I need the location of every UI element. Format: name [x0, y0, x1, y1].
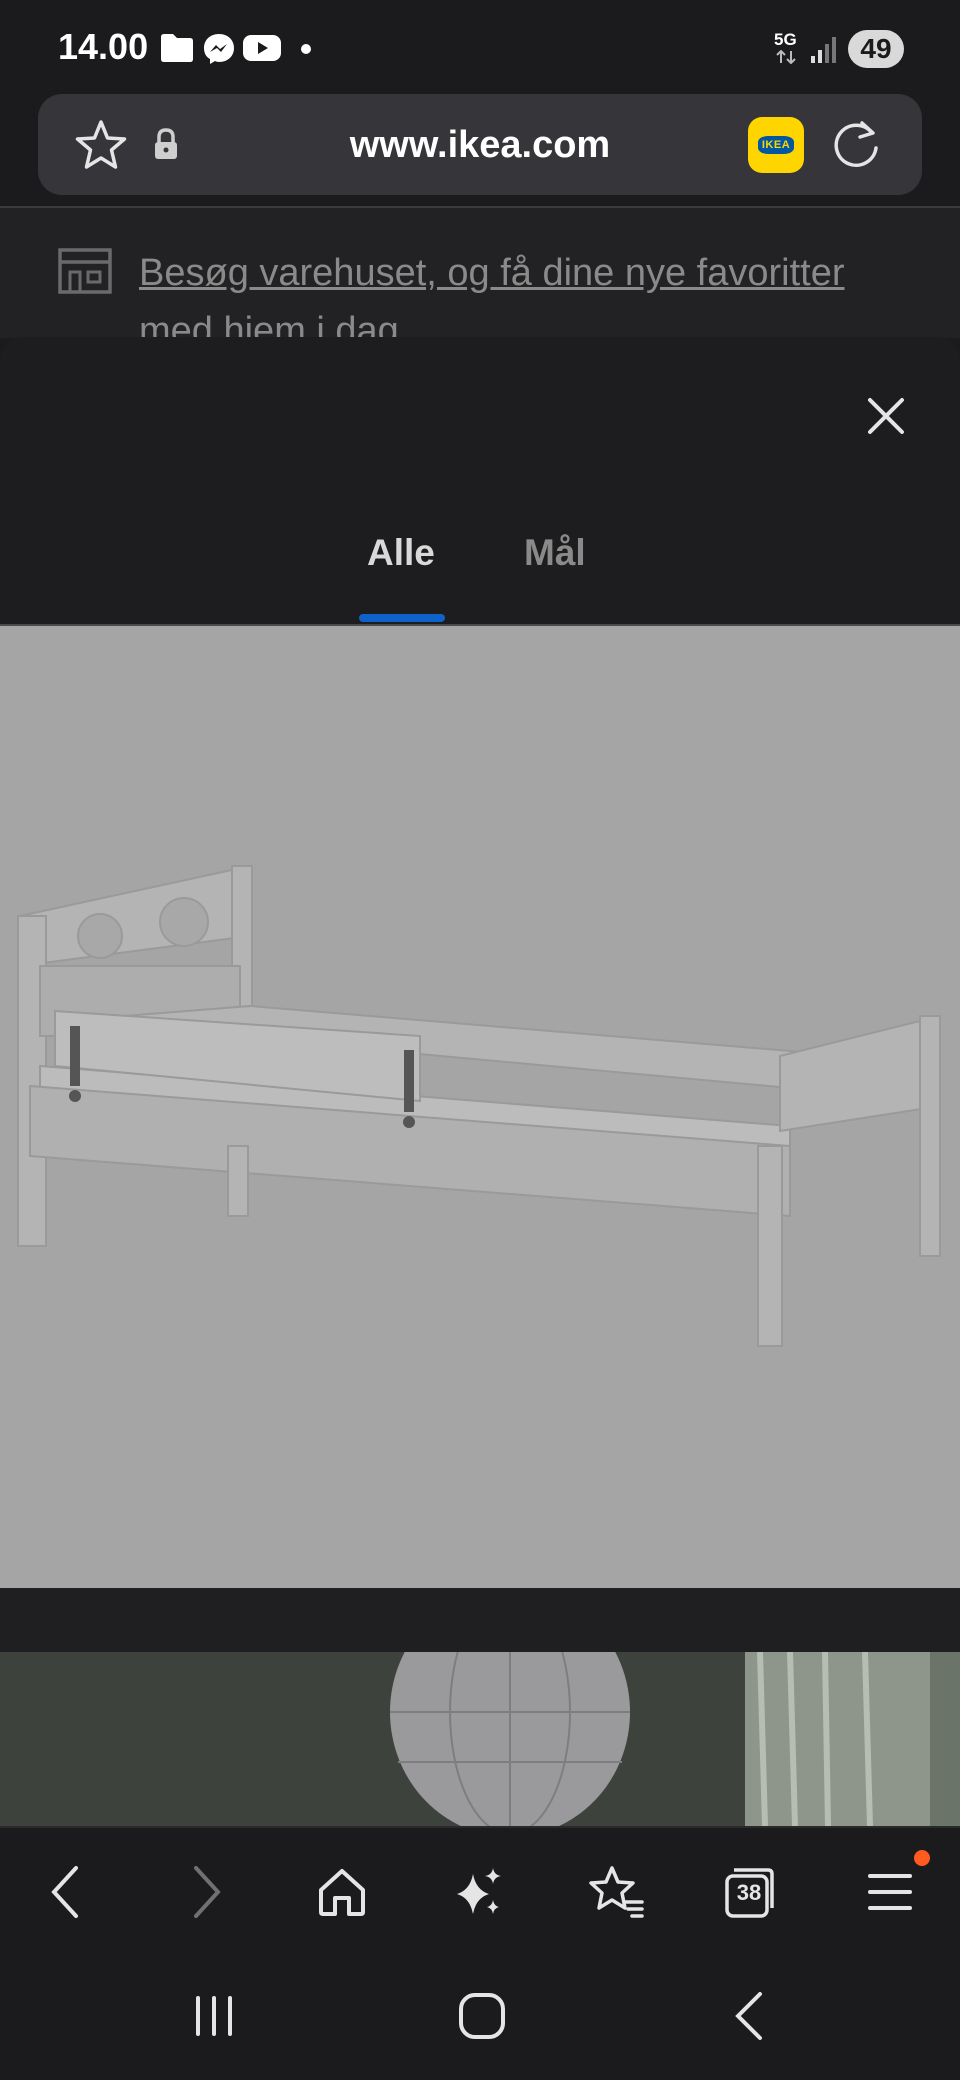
ikea-app-icon[interactable]: IKEA — [748, 117, 804, 173]
bookmarks-button[interactable] — [580, 1856, 652, 1928]
forward-button[interactable] — [170, 1856, 242, 1928]
back-icon — [51, 1866, 78, 1918]
room-photo — [0, 1652, 960, 1826]
reload-icon[interactable] — [830, 118, 884, 172]
menu-notification-dot — [914, 1850, 930, 1866]
system-back-icon — [735, 1992, 762, 2040]
bookmarks-icon — [589, 1866, 644, 1918]
dot-icon — [301, 44, 311, 54]
product-image[interactable] — [0, 626, 960, 1588]
status-time: 14.00 — [58, 26, 149, 67]
status-bar: 14.00 5G 49 — [0, 0, 960, 95]
store-icon — [58, 248, 112, 294]
close-icon[interactable] — [856, 386, 916, 446]
forward-icon — [194, 1866, 221, 1918]
battery-level: 49 — [848, 30, 904, 68]
recents-icon — [196, 1996, 232, 2036]
ikea-logo-text: IKEA — [757, 136, 795, 154]
sparkle-icon — [457, 1868, 501, 1914]
gallery-gap — [0, 1588, 960, 1652]
signal-icon — [811, 37, 836, 63]
active-tab-indicator — [359, 614, 445, 622]
system-nav-bar — [0, 1950, 960, 2080]
menu-button[interactable] — [854, 1856, 926, 1928]
system-back-button[interactable] — [714, 1980, 786, 2052]
network-type: 5G — [774, 30, 797, 49]
store-banner[interactable]: Besøg varehuset, og få dine nye favoritt… — [0, 208, 960, 338]
bed-illustration — [17, 864, 941, 1347]
tab-maal[interactable]: Mål — [524, 532, 586, 574]
browser-toolbar: 38 — [0, 1826, 960, 1952]
room-image[interactable] — [0, 1652, 960, 1826]
tab-alle[interactable]: Alle — [367, 532, 435, 574]
recents-button[interactable] — [178, 1980, 250, 2052]
address-bar[interactable]: www.ikea.com IKEA — [38, 94, 922, 195]
tabs-button[interactable]: 38 — [714, 1856, 786, 1928]
ai-assistant-button[interactable] — [443, 1856, 515, 1928]
home-icon — [319, 1869, 365, 1916]
tabs-count: 38 — [736, 1880, 762, 1905]
youtube-icon — [243, 35, 281, 61]
data-arrows-icon — [776, 50, 796, 64]
menu-icon — [868, 1874, 912, 1910]
gallery-tabs: Alle Mål — [0, 520, 960, 620]
home-button[interactable] — [306, 1856, 378, 1928]
banner-link[interactable]: Besøg varehuset, og få dine nye favoritt… — [139, 244, 919, 338]
back-button[interactable] — [30, 1856, 102, 1928]
system-home-button[interactable] — [446, 1980, 518, 2052]
folder-icon — [161, 34, 193, 62]
home-circle-icon — [459, 1993, 505, 2039]
messenger-icon — [204, 34, 234, 64]
